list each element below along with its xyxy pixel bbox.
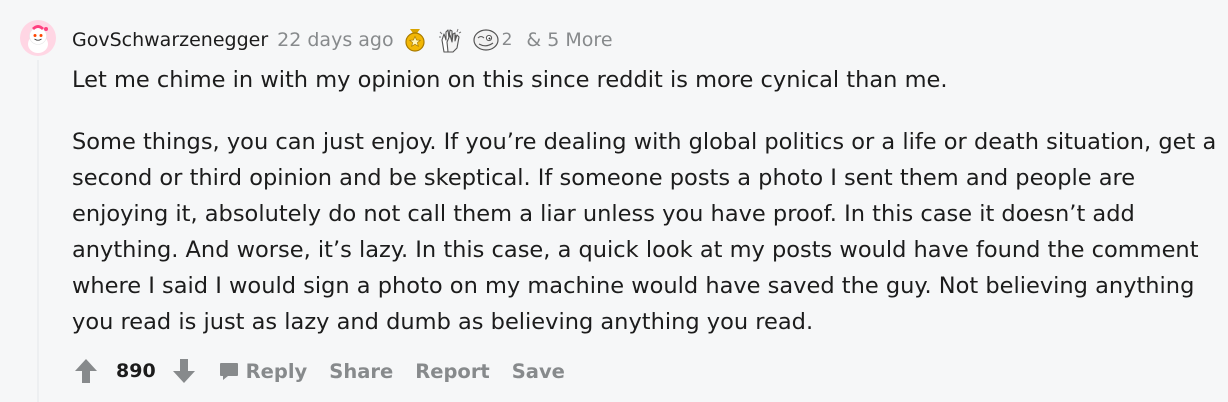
comment-body: Let me chime in with my opinion on this … xyxy=(72,62,1222,340)
award-clapping-hands[interactable] xyxy=(436,26,464,54)
comment-paragraph: Some things, you can just enjoy. If you’… xyxy=(72,129,1217,335)
snoo-avatar-icon xyxy=(20,20,56,56)
comment-card: GovSchwarzenegger 22 days ago 2 & 5 More… xyxy=(0,0,1228,402)
comment-actions: 890 Reply Share Report Save xyxy=(72,353,587,389)
award-face[interactable]: 2 xyxy=(472,27,513,53)
upvote-arrow-icon xyxy=(75,359,97,383)
vote-score: 890 xyxy=(116,360,156,382)
reply-button[interactable]: Reply xyxy=(218,359,308,383)
comment-paragraph: Let me chime in with my opinion on this … xyxy=(72,67,948,93)
report-button[interactable]: Report xyxy=(415,360,490,383)
award-gold-medal[interactable] xyxy=(402,27,428,53)
award-count: 2 xyxy=(501,30,513,50)
comment-bubble-icon xyxy=(219,363,238,380)
more-awards-link[interactable]: & 5 More xyxy=(526,29,612,51)
comment-meta: GovSchwarzenegger 22 days ago 2 & 5 More xyxy=(72,26,613,54)
gold-medal-award-icon xyxy=(404,29,425,52)
upvote-button[interactable] xyxy=(72,357,100,385)
downvote-button[interactable] xyxy=(170,357,198,385)
comment-timestamp[interactable]: 22 days ago xyxy=(277,29,393,51)
share-button[interactable]: Share xyxy=(329,360,393,383)
face-award-icon xyxy=(472,29,499,51)
reply-label: Reply xyxy=(245,359,308,383)
author-username[interactable]: GovSchwarzenegger xyxy=(72,29,268,51)
thread-line[interactable] xyxy=(37,60,39,402)
avatar[interactable] xyxy=(20,20,56,56)
downvote-arrow-icon xyxy=(172,359,195,383)
save-button[interactable]: Save xyxy=(512,360,565,383)
clapping-hands-award-icon xyxy=(438,28,461,53)
